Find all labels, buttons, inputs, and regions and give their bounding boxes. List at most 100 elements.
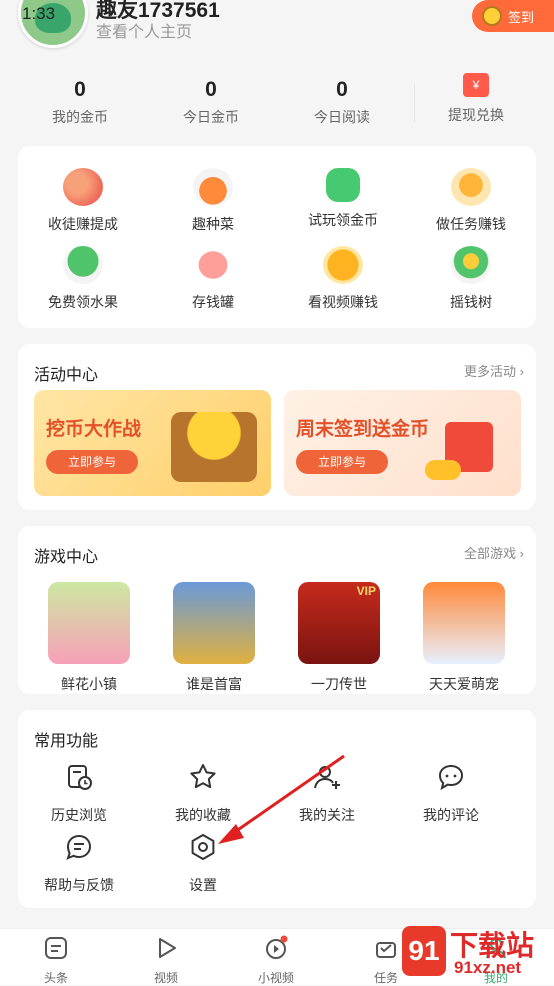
- feature-label: 摇钱树: [450, 294, 492, 310]
- feedback-icon: [66, 834, 92, 860]
- game-more-link[interactable]: 全部游戏 ›: [464, 543, 524, 562]
- short-video-icon: [266, 935, 288, 959]
- game-item-flower-town[interactable]: 鲜花小镇: [39, 582, 139, 694]
- comment-icon: [438, 764, 464, 791]
- star-icon: [190, 764, 216, 789]
- game-thumbnail: [173, 582, 255, 664]
- help-feedback-button[interactable]: 帮助与反馈: [24, 832, 134, 895]
- game-thumbnail: [423, 582, 505, 664]
- feature-farm[interactable]: 趣种菜: [158, 168, 268, 234]
- comments-button[interactable]: 我的评论: [396, 762, 506, 825]
- stat-today-reading[interactable]: 0 今日阅读: [282, 78, 402, 127]
- withdraw-label[interactable]: 提现兑换: [448, 105, 504, 125]
- game-thumbnail: [48, 582, 130, 664]
- func-label: 帮助与反馈: [44, 877, 114, 893]
- join-button[interactable]: 立即参与: [46, 450, 138, 474]
- piggy-bank-icon: [193, 246, 233, 284]
- stat-value: 0: [336, 78, 348, 101]
- coin-pile-icon: [425, 460, 461, 480]
- feature-label: 免费领水果: [48, 294, 118, 310]
- banner-weekend-checkin[interactable]: 周末签到送金币 立即参与: [284, 390, 521, 496]
- play-icon: [159, 938, 176, 958]
- status-time: 1:33: [22, 4, 56, 23]
- func-label: 我的评论: [423, 807, 479, 823]
- feature-trial[interactable]: 试玩领金币: [288, 168, 398, 230]
- profile-link[interactable]: 查看个人主页: [96, 18, 192, 42]
- vip-badge: VIP: [356, 584, 376, 598]
- coin-icon: [482, 6, 502, 26]
- more-label: 更多活动: [464, 364, 517, 379]
- activity-title: 活动中心: [34, 367, 99, 384]
- feature-label: 趣种菜: [192, 216, 234, 232]
- withdraw-icon[interactable]: ¥: [463, 73, 489, 97]
- feature-video-earn[interactable]: 看视频赚钱: [288, 246, 398, 312]
- func-label: 设置: [189, 877, 217, 893]
- func-label: 历史浏览: [51, 807, 107, 823]
- feature-money-tree[interactable]: 摇钱树: [416, 246, 526, 312]
- news-icon: [45, 937, 67, 959]
- nav-headlines[interactable]: 头条: [26, 935, 86, 986]
- chevron-right-icon: ›: [519, 364, 524, 379]
- feature-piggy[interactable]: 存钱罐: [158, 246, 268, 312]
- gift-icon: [376, 942, 396, 958]
- game-item-pets[interactable]: 天天爱萌宠: [414, 582, 514, 694]
- watermark-logo: 91: [402, 926, 446, 976]
- nav-short-video[interactable]: 小视频: [246, 935, 306, 986]
- game-title: 游戏中心: [34, 549, 99, 566]
- checkin-label: 签到: [508, 10, 535, 25]
- stat-value: 0: [74, 78, 86, 101]
- activity-card: 活动中心 更多活动 › 挖币大作战 立即参与 周末签到送金币 立即参与: [18, 344, 536, 510]
- tree-icon: [63, 246, 103, 284]
- nav-label: 小视频: [257, 971, 294, 985]
- common-title: 常用功能: [34, 733, 99, 750]
- divider: [414, 84, 415, 122]
- feature-label: 试玩领金币: [308, 212, 378, 228]
- feature-label: 存钱罐: [192, 294, 234, 310]
- history-button[interactable]: 历史浏览: [24, 762, 134, 825]
- stat-my-coins[interactable]: 0 我的金币: [20, 78, 140, 127]
- nav-label: 头条: [43, 971, 68, 985]
- feature-label: 做任务赚钱: [436, 216, 506, 232]
- following-button[interactable]: 我的关注: [272, 762, 382, 825]
- coin-hand-icon: [451, 168, 491, 206]
- favorites-button[interactable]: 我的收藏: [148, 762, 258, 825]
- treasure-chest-icon: [171, 412, 257, 482]
- banner-dig-coins[interactable]: 挖币大作战 立即参与: [34, 390, 271, 496]
- people-icon: [63, 168, 103, 206]
- func-label: 我的关注: [299, 807, 355, 823]
- banner-title: 挖币大作战: [46, 419, 142, 440]
- game-item-richest[interactable]: 谁是首富: [164, 582, 264, 694]
- nav-label: 视频: [153, 971, 178, 985]
- banner-title: 周末签到送金币: [296, 419, 430, 440]
- stat-today-coins[interactable]: 0 今日金币: [151, 78, 271, 127]
- func-label: 我的收藏: [175, 807, 231, 823]
- game-card: 游戏中心 全部游戏 › 鲜花小镇 谁是首富 VIP 一刀传世 天天爱萌宠: [18, 526, 536, 694]
- feature-invite[interactable]: 收徒赚提成: [28, 168, 138, 234]
- android-icon: [326, 168, 360, 202]
- settings-button[interactable]: 设置: [148, 832, 258, 895]
- game-label: 天天爱萌宠: [429, 676, 499, 692]
- feature-tasks[interactable]: 做任务赚钱: [416, 168, 526, 234]
- carrot-icon: [193, 168, 233, 206]
- feature-label: 看视频赚钱: [308, 294, 378, 310]
- activity-more-link[interactable]: 更多活动 ›: [464, 361, 524, 380]
- join-button[interactable]: 立即参与: [296, 450, 388, 474]
- stat-label: 今日阅读: [314, 109, 370, 125]
- stat-label: 今日金币: [183, 109, 239, 125]
- common-card: 常用功能 历史浏览 我的收藏 我的关注 我的评论 帮助与反馈 设置: [18, 710, 536, 908]
- game-item-blade[interactable]: VIP 一刀传世: [289, 582, 389, 694]
- stat-value: 0: [205, 78, 217, 101]
- money-tree-icon: [451, 246, 491, 284]
- feature-fruit[interactable]: 免费领水果: [28, 246, 138, 312]
- chevron-right-icon: ›: [519, 546, 524, 561]
- watermark: 91 下载站 91xz.net: [400, 918, 554, 984]
- stat-label: 我的金币: [52, 109, 108, 125]
- game-label: 谁是首富: [186, 676, 242, 692]
- settings-icon: [191, 834, 215, 860]
- checkin-button[interactable]: 签到: [472, 0, 554, 32]
- nav-video[interactable]: 视频: [136, 935, 196, 986]
- feature-card: 收徒赚提成 趣种菜 试玩领金币 做任务赚钱 免费领水果 存钱罐 看视频赚钱 摇钱…: [18, 146, 536, 328]
- play-coin-icon: [323, 246, 363, 284]
- history-icon: [68, 765, 92, 790]
- watermark-url: 91xz.net: [454, 958, 522, 977]
